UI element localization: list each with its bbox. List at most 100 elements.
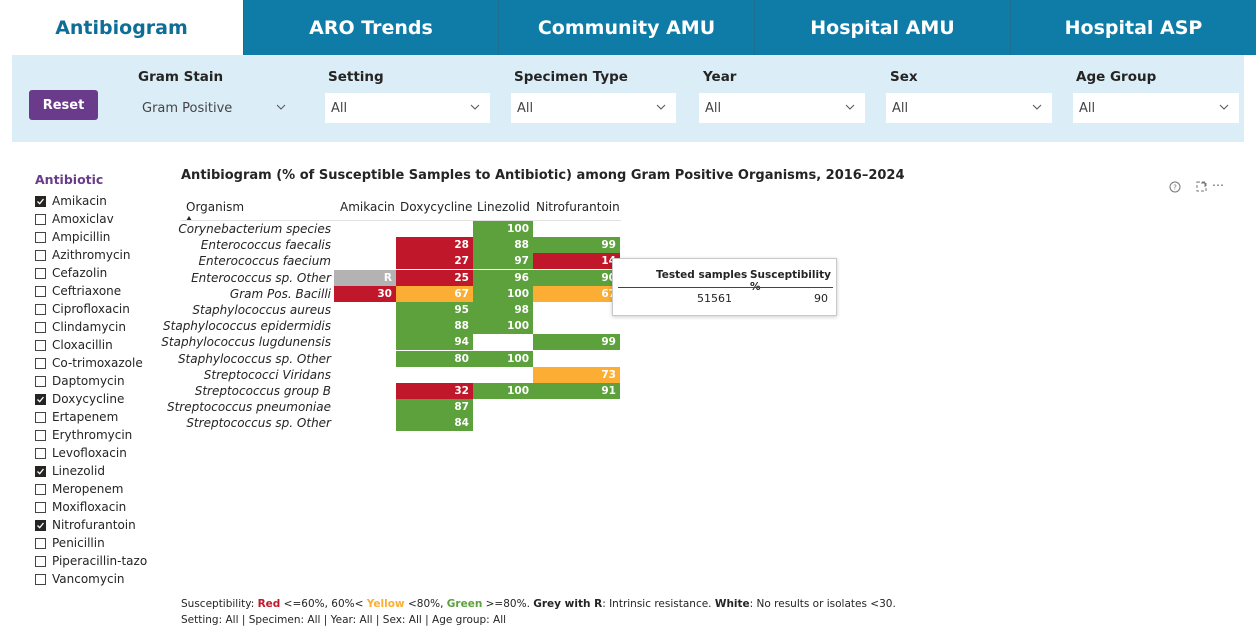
matrix-cell[interactable]: 94 bbox=[396, 334, 473, 351]
help-icon[interactable]: ? bbox=[1169, 181, 1181, 193]
checkbox[interactable] bbox=[35, 465, 46, 477]
table-row: Staphylococcus sp. Other 80 100 bbox=[178, 350, 621, 367]
antibiotic-option[interactable]: Azithromycin bbox=[35, 246, 147, 264]
antibiotic-option[interactable]: Amikacin bbox=[35, 192, 147, 210]
tab-hospital-amu[interactable]: Hospital AMU bbox=[754, 0, 1010, 55]
checkbox[interactable] bbox=[35, 501, 46, 513]
age-group-dropdown[interactable]: All bbox=[1073, 93, 1239, 123]
matrix-cell[interactable]: 90 bbox=[533, 269, 620, 286]
matrix-cell[interactable]: 67 bbox=[396, 285, 473, 302]
matrix-cell[interactable]: 88 bbox=[473, 237, 533, 254]
checkbox[interactable] bbox=[35, 411, 46, 423]
matrix-cell[interactable]: 98 bbox=[473, 302, 533, 318]
antibiotic-option[interactable]: Ceftriaxone bbox=[35, 282, 147, 300]
matrix-cell[interactable]: 100 bbox=[473, 318, 533, 335]
antibiotic-option[interactable]: Linezolid bbox=[35, 462, 147, 480]
checkbox[interactable] bbox=[35, 231, 46, 243]
antibiotic-option[interactable]: Ampicillin bbox=[35, 228, 147, 246]
antibiotic-option[interactable]: Meropenem bbox=[35, 480, 147, 498]
matrix-cell[interactable]: 97 bbox=[473, 253, 533, 270]
checkbox[interactable] bbox=[35, 321, 46, 333]
antibiotic-option[interactable]: Moxifloxacin bbox=[35, 498, 147, 516]
matrix-cell[interactable]: 100 bbox=[473, 221, 533, 237]
checkbox[interactable] bbox=[35, 249, 46, 261]
matrix-cell[interactable]: 96 bbox=[473, 269, 533, 286]
year-value: All bbox=[705, 100, 722, 116]
matrix-cell[interactable]: 32 bbox=[396, 383, 473, 399]
checkbox[interactable] bbox=[35, 429, 46, 441]
column-header-amikacin[interactable]: Amikacin bbox=[340, 200, 395, 214]
checkbox[interactable] bbox=[35, 519, 46, 531]
antibiotic-option[interactable]: Levofloxacin bbox=[35, 444, 147, 462]
antibiotic-option-label: Amikacin bbox=[52, 194, 107, 208]
column-header-doxycycline[interactable]: Doxycycline bbox=[400, 200, 472, 214]
more-options-icon[interactable]: ⋯ bbox=[1212, 178, 1225, 192]
antibiotic-option[interactable]: Doxycycline bbox=[35, 390, 147, 408]
tab-antibiogram[interactable]: Antibiogram bbox=[0, 0, 243, 55]
matrix-cell[interactable]: 25 bbox=[396, 269, 473, 286]
antibiotic-option[interactable]: Daptomycin bbox=[35, 372, 147, 390]
antibiotic-option-label: Vancomycin bbox=[52, 572, 125, 586]
checkbox[interactable] bbox=[35, 555, 46, 567]
matrix-cell[interactable]: 73 bbox=[533, 366, 620, 383]
checkbox[interactable] bbox=[35, 393, 46, 405]
matrix-cell[interactable]: 88 bbox=[396, 318, 473, 335]
antibiotic-option[interactable]: Amoxiclav bbox=[35, 210, 147, 228]
antibiotic-option[interactable]: Penicillin bbox=[35, 534, 147, 552]
antibiotic-option[interactable]: Piperacillin-tazo bbox=[35, 552, 147, 570]
setting-dropdown[interactable]: All bbox=[325, 93, 490, 123]
table-row: Staphylococcus epidermidis 88 100 bbox=[163, 318, 621, 335]
matrix-cell[interactable]: 99 bbox=[533, 237, 620, 254]
matrix-cell[interactable]: R bbox=[334, 269, 396, 286]
tab-hospital-asp[interactable]: Hospital ASP bbox=[1010, 0, 1256, 55]
checkbox[interactable] bbox=[35, 357, 46, 369]
matrix-cell[interactable]: 99 bbox=[533, 334, 620, 351]
antibiotic-option[interactable]: Clindamycin bbox=[35, 318, 147, 336]
tab-aro-trends[interactable]: ARO Trends bbox=[243, 0, 498, 55]
focus-mode-icon[interactable] bbox=[1196, 181, 1207, 192]
checkbox[interactable] bbox=[35, 375, 46, 387]
checkbox[interactable] bbox=[35, 195, 46, 207]
sex-dropdown[interactable]: All bbox=[886, 93, 1052, 123]
organism-label: Enterococcus faecalis bbox=[200, 238, 331, 253]
checkbox[interactable] bbox=[35, 285, 46, 297]
tab-community-amu[interactable]: Community AMU bbox=[498, 0, 754, 55]
checkbox[interactable] bbox=[35, 573, 46, 585]
matrix-cell[interactable]: 84 bbox=[396, 415, 473, 432]
antibiotic-option[interactable]: Vancomycin bbox=[35, 570, 147, 588]
checkbox[interactable] bbox=[35, 213, 46, 225]
matrix-cell[interactable]: 87 bbox=[396, 399, 473, 416]
specimen-type-dropdown[interactable]: All bbox=[511, 93, 676, 123]
column-header-linezolid[interactable]: Linezolid bbox=[477, 200, 530, 214]
organism-column-header[interactable]: Organism bbox=[186, 200, 244, 214]
matrix-cell[interactable]: 27 bbox=[396, 253, 473, 270]
gram-stain-dropdown[interactable]: Gram Positive bbox=[136, 93, 296, 123]
antibiotic-option[interactable]: Erythromycin bbox=[35, 426, 147, 444]
checkbox[interactable] bbox=[35, 339, 46, 351]
checkbox[interactable] bbox=[35, 483, 46, 495]
matrix-cell[interactable]: 67 bbox=[533, 285, 620, 302]
reset-button[interactable]: Reset bbox=[29, 90, 98, 120]
antibiotic-option[interactable]: Cefazolin bbox=[35, 264, 147, 282]
matrix-cell[interactable]: 80 bbox=[396, 350, 473, 367]
matrix-cell[interactable]: 100 bbox=[473, 383, 533, 399]
matrix-cell[interactable]: 95 bbox=[396, 302, 473, 318]
antibiotic-option[interactable]: Co-trimoxazole bbox=[35, 354, 147, 372]
checkbox[interactable] bbox=[35, 537, 46, 549]
checkbox[interactable] bbox=[35, 447, 46, 459]
matrix-cell[interactable]: 30 bbox=[334, 285, 396, 302]
antibiotic-option-label: Amoxiclav bbox=[52, 212, 114, 226]
checkbox[interactable] bbox=[35, 303, 46, 315]
matrix-cell[interactable]: 14 bbox=[533, 253, 620, 270]
antibiotic-option[interactable]: Ciprofloxacin bbox=[35, 300, 147, 318]
antibiotic-option[interactable]: Cloxacillin bbox=[35, 336, 147, 354]
matrix-cell[interactable]: 100 bbox=[473, 350, 533, 367]
antibiotic-option[interactable]: Ertapenem bbox=[35, 408, 147, 426]
matrix-cell[interactable]: 100 bbox=[473, 285, 533, 302]
checkbox[interactable] bbox=[35, 267, 46, 279]
antibiotic-option[interactable]: Nitrofurantoin bbox=[35, 516, 147, 534]
matrix-cell[interactable]: 28 bbox=[396, 237, 473, 254]
year-dropdown[interactable]: All bbox=[699, 93, 865, 123]
column-header-nitrofurantoin[interactable]: Nitrofurantoin bbox=[536, 200, 620, 214]
matrix-cell[interactable]: 91 bbox=[533, 383, 620, 399]
